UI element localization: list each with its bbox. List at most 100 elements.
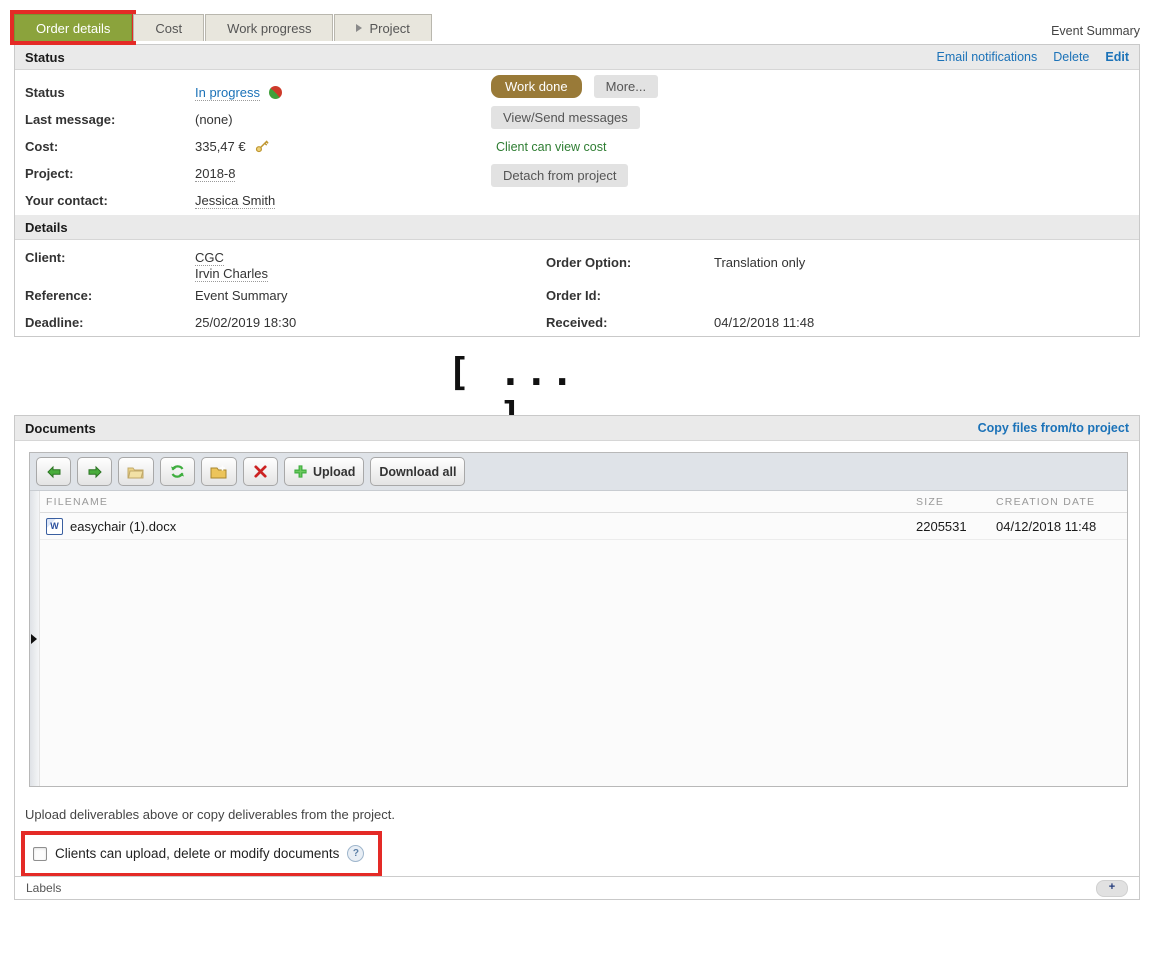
last-message-label: Last message: bbox=[25, 112, 195, 127]
status-fields: Status In progress Last message: (none) … bbox=[15, 70, 1139, 215]
tab-work-progress[interactable]: Work progress bbox=[205, 14, 333, 41]
file-size: 2205531 bbox=[916, 519, 996, 534]
add-label-button[interactable]: + bbox=[1096, 880, 1128, 897]
delete-x-icon bbox=[253, 464, 268, 479]
cost-value: 335,47 € bbox=[195, 139, 246, 154]
chevron-right-icon bbox=[356, 24, 362, 32]
labels-title: Labels bbox=[26, 881, 61, 895]
order-id-row: Order Id: bbox=[546, 286, 814, 313]
status-section-title: Status bbox=[25, 50, 65, 65]
order-id-label: Order Id: bbox=[546, 288, 714, 303]
help-icon[interactable]: ? bbox=[347, 845, 364, 862]
delete-file-button[interactable] bbox=[243, 457, 278, 486]
column-size[interactable]: SIZE bbox=[916, 496, 996, 508]
column-filename[interactable]: FILENAME bbox=[42, 496, 916, 508]
project-value-link[interactable]: 2018-8 bbox=[195, 166, 235, 182]
upload-button[interactable]: Upload bbox=[284, 457, 364, 486]
word-doc-icon: W bbox=[46, 518, 63, 535]
file-toolbar: Upload Download all bbox=[30, 453, 1127, 491]
key-icon bbox=[255, 139, 270, 154]
details-section-header: Details bbox=[15, 215, 1139, 240]
back-arrow-icon bbox=[46, 464, 62, 480]
order-details-panel: Status Email notifications Delete Edit S… bbox=[14, 44, 1140, 337]
open-folder-button[interactable] bbox=[118, 457, 154, 486]
open-folder-icon bbox=[127, 464, 145, 480]
tab-cost-label: Cost bbox=[155, 15, 182, 42]
labels-row: Labels + bbox=[15, 876, 1139, 899]
status-pie-icon bbox=[269, 86, 282, 99]
file-creation-date: 04/12/2018 11:48 bbox=[996, 519, 1125, 534]
order-option-row: Order Option: Translation only bbox=[546, 253, 814, 280]
deadline-row: Deadline: 25/02/2019 18:30 bbox=[25, 313, 546, 340]
view-send-messages-button[interactable]: View/Send messages bbox=[491, 106, 640, 129]
last-message-value: (none) bbox=[195, 112, 233, 127]
documents-section-header: Documents Copy files from/to project bbox=[15, 416, 1139, 441]
client-can-view-cost-text: Client can view cost bbox=[491, 140, 658, 154]
file-panel-gutter bbox=[30, 491, 40, 786]
clients-upload-annotation-box: Clients can upload, delete or modify doc… bbox=[21, 831, 382, 877]
new-folder-icon bbox=[210, 464, 228, 480]
documents-section-title: Documents bbox=[25, 421, 96, 436]
delete-link[interactable]: Delete bbox=[1053, 50, 1089, 64]
refresh-icon bbox=[169, 463, 186, 480]
tab-work-progress-label: Work progress bbox=[227, 15, 311, 42]
back-button[interactable] bbox=[36, 457, 71, 486]
status-value-link[interactable]: In progress bbox=[195, 85, 260, 101]
tab-project[interactable]: Project bbox=[334, 14, 431, 41]
download-all-button[interactable]: Download all bbox=[370, 457, 465, 486]
detach-from-project-button[interactable]: Detach from project bbox=[491, 164, 628, 187]
file-list: FILENAME SIZE CREATION DATE W easychair … bbox=[40, 491, 1127, 540]
details-fields: Client: CGC Irvin Charles Reference: Eve… bbox=[15, 240, 1139, 340]
email-notifications-link[interactable]: Email notifications bbox=[937, 50, 1038, 64]
status-label: Status bbox=[25, 85, 195, 100]
received-value: 04/12/2018 11:48 bbox=[714, 315, 814, 330]
file-manager: Upload Download all FILENAME SIZE CREATI… bbox=[29, 452, 1128, 787]
client-company-link[interactable]: CGC bbox=[195, 250, 224, 266]
reference-value: Event Summary bbox=[195, 288, 287, 303]
details-section-title: Details bbox=[25, 220, 68, 235]
your-contact-label: Your contact: bbox=[25, 193, 195, 208]
order-option-value: Translation only bbox=[714, 255, 805, 270]
project-label: Project: bbox=[25, 166, 195, 181]
tab-order-details[interactable]: Order details bbox=[14, 14, 132, 41]
tab-order-details-label: Order details bbox=[36, 15, 110, 42]
reference-row: Reference: Event Summary bbox=[25, 286, 546, 313]
your-contact-value[interactable]: Jessica Smith bbox=[195, 193, 275, 209]
clients-upload-checkbox-label: Clients can upload, delete or modify doc… bbox=[55, 846, 339, 861]
table-row[interactable]: W easychair (1).docx 2205531 04/12/2018 … bbox=[40, 513, 1127, 540]
forward-arrow-icon bbox=[87, 464, 103, 480]
file-name: easychair (1).docx bbox=[70, 519, 176, 534]
tab-cost[interactable]: Cost bbox=[133, 14, 204, 41]
client-row: Client: CGC Irvin Charles bbox=[25, 248, 546, 282]
client-label: Client: bbox=[25, 250, 195, 265]
copy-files-link[interactable]: Copy files from/to project bbox=[978, 421, 1129, 435]
tab-bar: Order details Cost Work progress Project bbox=[14, 14, 433, 41]
deadline-value: 25/02/2019 18:30 bbox=[195, 315, 296, 330]
received-label: Received: bbox=[546, 315, 714, 330]
order-reference-title: Event Summary bbox=[1051, 24, 1140, 38]
forward-button[interactable] bbox=[77, 457, 112, 486]
more-button[interactable]: More... bbox=[594, 75, 658, 98]
refresh-button[interactable] bbox=[160, 457, 195, 486]
upload-plus-icon bbox=[293, 464, 308, 479]
edit-link[interactable]: Edit bbox=[1105, 50, 1129, 64]
upload-deliverables-note: Upload deliverables above or copy delive… bbox=[25, 807, 395, 822]
deadline-label: Deadline: bbox=[25, 315, 195, 330]
status-section-header: Status Email notifications Delete Edit bbox=[15, 45, 1139, 70]
documents-panel: Documents Copy files from/to project bbox=[14, 415, 1140, 900]
order-option-label: Order Option: bbox=[546, 255, 714, 270]
reference-label: Reference: bbox=[25, 288, 195, 303]
new-folder-button[interactable] bbox=[201, 457, 237, 486]
clients-upload-checkbox[interactable] bbox=[33, 847, 47, 861]
upload-button-label: Upload bbox=[313, 465, 355, 479]
client-contact-link[interactable]: Irvin Charles bbox=[195, 266, 268, 282]
download-all-label: Download all bbox=[379, 465, 456, 479]
cost-label: Cost: bbox=[25, 139, 195, 154]
status-actions: Work done More... View/Send messages Cli… bbox=[491, 75, 658, 195]
file-table-header: FILENAME SIZE CREATION DATE bbox=[40, 491, 1127, 513]
received-row: Received: 04/12/2018 11:48 bbox=[546, 313, 814, 340]
collapse-handle-icon[interactable] bbox=[31, 634, 37, 644]
work-done-button[interactable]: Work done bbox=[491, 75, 582, 98]
tab-project-label: Project bbox=[369, 15, 409, 42]
column-creation-date[interactable]: CREATION DATE bbox=[996, 496, 1125, 508]
